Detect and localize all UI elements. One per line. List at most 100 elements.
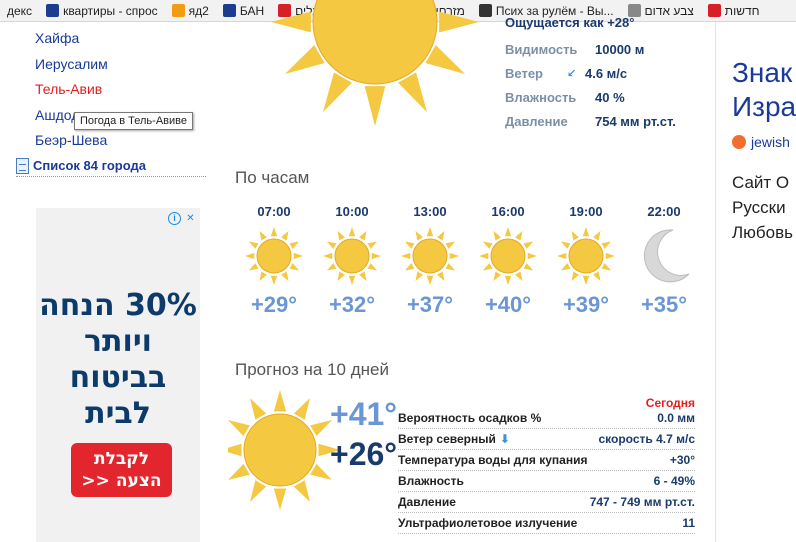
- sun-ray: [437, 230, 445, 241]
- pressure-row: Давление 754 мм рт.ст.: [505, 112, 676, 130]
- hour-column: 19:00 +39°: [551, 204, 621, 318]
- feels-like-value: Ощущается как +28°: [505, 14, 635, 30]
- sun-ray: [439, 11, 479, 33]
- sun-ray: [482, 241, 493, 249]
- hour-column: 16:00 +40°: [473, 204, 543, 318]
- ad-line: לבית: [85, 396, 151, 431]
- sun-ray: [449, 252, 459, 260]
- sun-icon: [479, 227, 537, 285]
- tooltip: Погода в Тель-Авиве: [74, 112, 193, 130]
- bookmark-item[interactable]: квартиры - спрос: [39, 0, 165, 21]
- city-link[interactable]: Иерусалим: [35, 52, 108, 78]
- sun-ray: [527, 252, 537, 260]
- bookmark-label: צבע אדום: [644, 3, 694, 18]
- sun-ray: [415, 230, 423, 241]
- bookmark-item[interactable]: חדשות: [701, 0, 767, 21]
- ad-button-line: לקבלת: [93, 449, 150, 469]
- sun-ray: [293, 480, 310, 502]
- bookmark-item[interactable]: яд2: [165, 0, 216, 21]
- hour-icon-wrap: [317, 222, 387, 286]
- moon-icon: [643, 229, 690, 283]
- bookmark-label: квартиры - спрос: [63, 3, 158, 18]
- humidity-row: Влажность 40 %: [505, 88, 625, 106]
- ad-close-icon[interactable]: ✕: [184, 212, 197, 225]
- sun-disc: [412, 238, 448, 274]
- article-source-label: jewish: [751, 134, 790, 150]
- sun-ray: [425, 45, 466, 74]
- yad2-icon: [46, 4, 60, 17]
- sun-ray: [601, 263, 612, 271]
- sun-ray: [270, 275, 278, 285]
- hour-column: 10:00 +32°: [317, 204, 387, 318]
- sun-ray: [415, 271, 423, 282]
- yad2-logo-icon: [171, 4, 185, 17]
- city-link[interactable]: Хайфа: [35, 26, 108, 52]
- sun-ray: [289, 263, 300, 271]
- sun-ray: [293, 398, 310, 420]
- heart-icon: [732, 135, 746, 149]
- sun-ray: [493, 271, 501, 282]
- sun-ray: [293, 252, 303, 260]
- sun-ray: [593, 271, 601, 282]
- sun-ray: [504, 275, 512, 285]
- bookmark-item[interactable]: декс: [0, 0, 39, 21]
- sun-ray: [404, 241, 415, 249]
- sun-ray: [557, 252, 567, 260]
- ad-cta-button[interactable]: לקבלת הצעה <<: [71, 443, 172, 497]
- sun-ray: [593, 230, 601, 241]
- sun-ray: [437, 271, 445, 282]
- sun-ray: [426, 275, 434, 285]
- sun-ray: [404, 263, 415, 271]
- forecast-label-wrap: Температура воды для купания: [398, 453, 587, 467]
- forecast-sun-icon: [228, 390, 338, 510]
- hour-icon-wrap: [395, 222, 465, 286]
- sun-ray: [245, 252, 255, 260]
- article-source[interactable]: jewish: [732, 134, 790, 150]
- ad-info-icon[interactable]: i: [168, 212, 181, 225]
- article-title[interactable]: Знак Изра: [732, 56, 796, 124]
- sun-ray: [601, 241, 612, 249]
- sun-ray: [515, 230, 523, 241]
- hourly-title: По часам: [235, 168, 310, 187]
- sun-ray: [560, 263, 571, 271]
- hour-time: 22:00: [647, 204, 681, 219]
- hour-column: 13:00 +37°: [395, 204, 465, 318]
- sun-ray: [445, 241, 456, 249]
- sun-ray: [582, 227, 590, 237]
- sun-icon: [323, 227, 381, 285]
- sun-ray: [310, 420, 332, 437]
- sun-ray: [398, 72, 427, 113]
- hour-time: 07:00: [257, 204, 291, 219]
- all-cities-link[interactable]: Список 84 города: [16, 155, 206, 177]
- sun-ray: [493, 230, 501, 241]
- city-link[interactable]: Тель-Авив: [35, 77, 108, 103]
- ad-banner[interactable]: i ✕ 30% הנחה ויותר בביטוח לבית לקבלת הצע…: [36, 208, 200, 542]
- sun-disc: [243, 413, 317, 487]
- city-link[interactable]: Беэр-Шева: [35, 128, 108, 154]
- city-list: Хайфа Иерусалим Тель-Авив Ашдод Беэр-Шева: [35, 26, 108, 154]
- pressure-label: Давление: [505, 113, 568, 129]
- sun-disc: [334, 238, 370, 274]
- sun-ray: [323, 252, 333, 260]
- forecast-label: Температура воды для купания: [398, 453, 588, 467]
- wind-row: Ветер ↙ 4.6 м/с: [505, 64, 627, 82]
- moon-shape: [643, 229, 690, 283]
- forecast-label-wrap: Вероятность осадков %: [398, 411, 541, 425]
- sun-icon: [245, 227, 303, 285]
- ad-line: ויותר: [84, 324, 152, 359]
- forecast-value: 0.0 мм: [657, 411, 695, 425]
- sun-ray: [426, 227, 434, 237]
- hour-column: 07:00 +29°: [239, 204, 309, 318]
- forecast-label-wrap: Давление: [398, 495, 456, 509]
- hour-icon-wrap: [629, 222, 699, 286]
- hour-temperature: +40°: [484, 292, 532, 317]
- hour-time: 19:00: [569, 204, 603, 219]
- forecast-row: Ветер северный ⬇ скорость 4.7 м/с: [398, 429, 695, 450]
- sun-ray: [479, 252, 489, 260]
- hour-time: 10:00: [335, 204, 369, 219]
- wind-direction-icon: ↙: [567, 67, 577, 80]
- hour-temperature: +39°: [562, 292, 610, 317]
- forecast-value: 747 - 749 мм рт.ст.: [589, 495, 695, 509]
- hour-column: 22:00 +35°: [629, 204, 699, 318]
- forecast-label: Ультрафиолетовое излучение: [398, 516, 578, 530]
